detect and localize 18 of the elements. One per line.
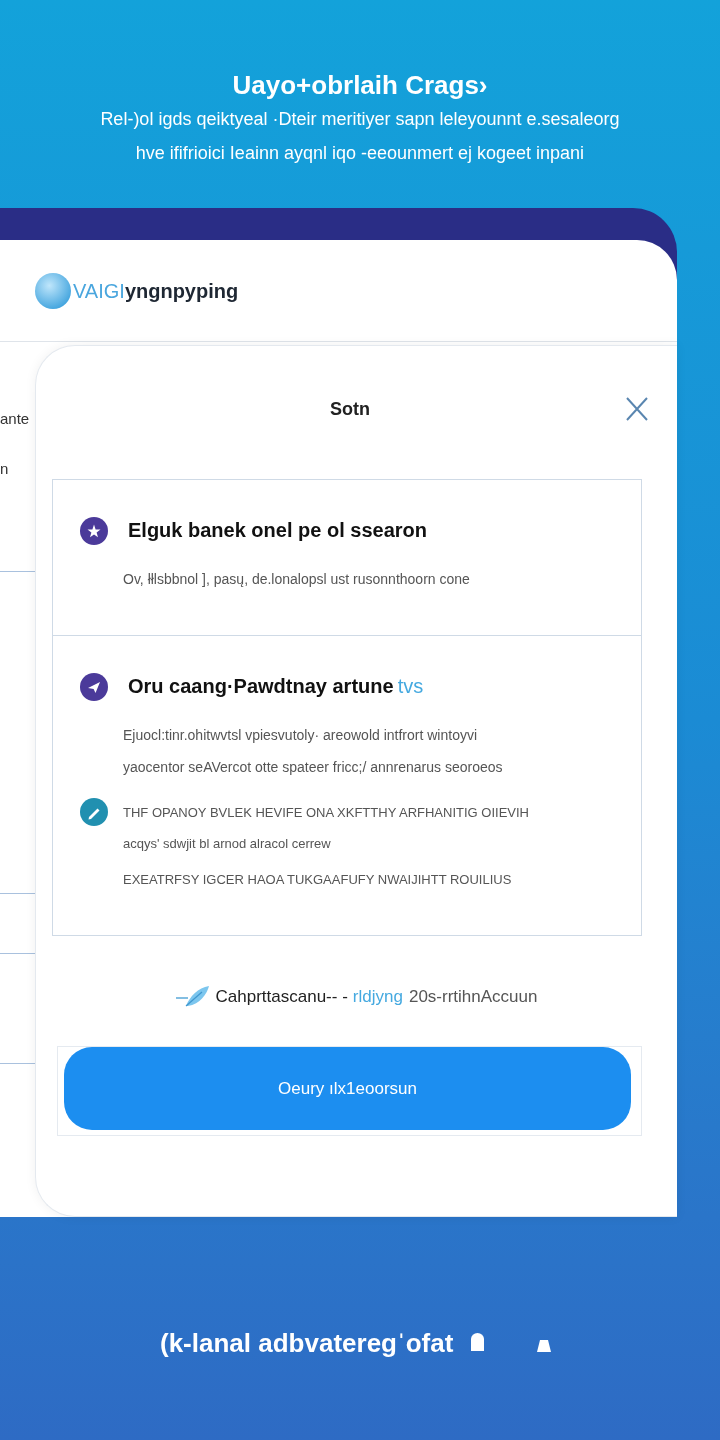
option-title: Oru caang·Pawdtnay artune tvs xyxy=(127,674,424,699)
option-description: Ejuocl:tinr.ohitwvtsl vpiesvutoly· areowold intfrort wintoyvi yaocentor seAVercot otte spateer fricc;/ annrenarus seoroeos xyxy=(123,726,503,777)
note-text: EXEATRFSY IGCER HAOA TUKGAAFUFY NWAIJIHTT ROUILIUS xyxy=(123,871,512,889)
close-icon[interactable] xyxy=(626,397,648,421)
option-description: Ov, łłlsbbnol ], pasų, de.lonalopsl ust rusonnthoorn cone xyxy=(123,570,470,589)
trapezoid-mark-icon xyxy=(537,1340,552,1352)
logo-icon xyxy=(35,272,71,309)
page-title: Uayo+obrlaih Crags› xyxy=(232,69,488,101)
logo-text: VAIGIyngnpyping xyxy=(73,278,239,304)
option-title: Elguk banek onel pe ol ssearon xyxy=(127,518,427,543)
dialog-title: Sotn xyxy=(330,398,370,421)
page-subtitle: Rel-)ol igds qeiktyeal ·Dteir meritiyer sapn leleyounnt e.sesaleorg hve ififrioici Ieainn ayqnl iqo -eeounmert ej kogeet inpani xyxy=(100,108,620,165)
account-link[interactable]: Cahprttascanu-- - rldjyng 20s-rrtihnAccuun xyxy=(175,983,538,1011)
footer-text: (k-lanal adbvateregˈofat xyxy=(160,1328,454,1358)
note-text: THF OPANOY BVLEK HEVIFE ONA XKFTTHY ARFHANITIG OIIEVIH acqys' sdwjit bl arnod alracol cerrew xyxy=(123,804,529,853)
rounded-mark-icon xyxy=(471,1333,485,1351)
page-label: n xyxy=(0,459,9,479)
page-label: ante xyxy=(0,409,30,429)
